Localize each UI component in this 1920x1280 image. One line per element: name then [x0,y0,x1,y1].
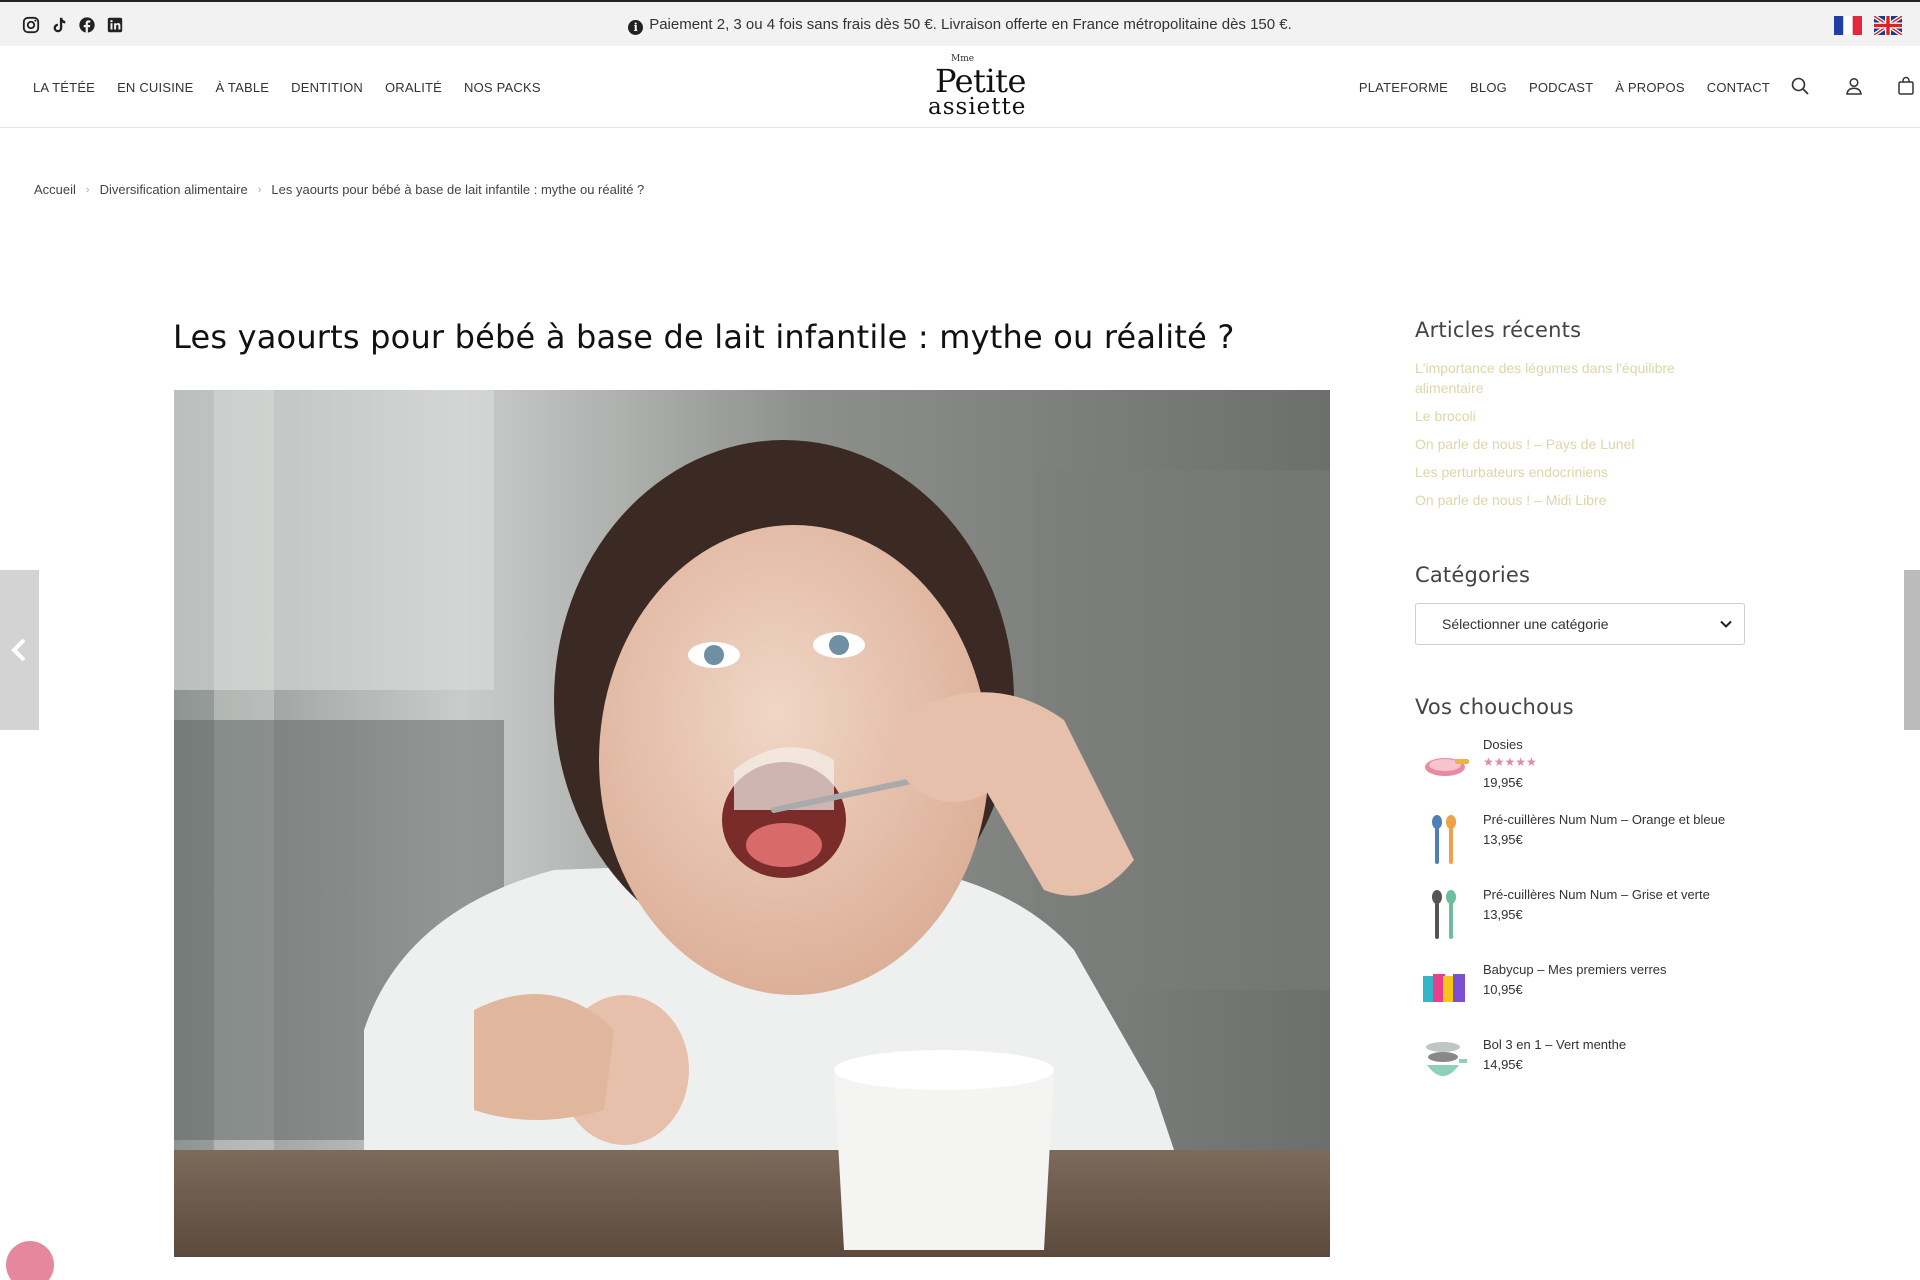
product-name[interactable]: Babycup – Mes premiers verres [1483,962,1667,977]
nav-item-dentition[interactable]: DENTITION [291,80,363,95]
recent-articles-list: L'importance des légumes dans l'équilibr… [1415,358,1745,510]
nav-item-plateforme[interactable]: PLATEFORME [1359,80,1448,95]
recent-articles-widget: Articles récents L'importance des légume… [1415,318,1745,518]
product-list: Dosies ★★★★★ 19,95€ Pré-cuillères Num Nu… [1415,737,1755,1112]
product-item[interactable]: Dosies ★★★★★ 19,95€ [1415,737,1755,812]
categories-widget: Catégories Sélectionner une catégorie [1415,563,1745,645]
announcement-bar: i Paiement 2, 3 ou 4 fois sans frais dès … [0,0,1920,46]
product-item[interactable]: Babycup – Mes premiers verres 10,95€ [1415,962,1755,1037]
category-select-value: Sélectionner une catégorie [1442,616,1609,632]
product-rating: ★★★★★ [1483,755,1537,769]
chevron-down-icon [1720,620,1732,628]
search-icon[interactable] [1790,76,1810,96]
categories-title: Catégories [1415,563,1531,587]
product-thumbnail [1426,1042,1467,1076]
baby-eating-yogurt-photo [174,390,1330,1257]
info-icon: i [628,20,644,35]
previous-post-arrow[interactable] [0,570,39,730]
product-item[interactable]: Pré-cuillères Num Num – Grise et verte 1… [1415,887,1755,962]
announcement-text-wrapper: i Paiement 2, 3 ou 4 fois sans frais dès … [0,16,1920,35]
main-nav-right: PLATEFORME BLOG PODCAST À PROPOS CONTACT [1359,80,1770,95]
recent-article-link[interactable]: On parle de nous ! – Midi Libre [1415,490,1745,510]
product-thumbnail [1423,974,1465,1002]
site-logo[interactable]: Mme Petite assiette [925,54,1026,122]
logo-line2: assiette [928,94,1027,120]
product-price: 14,95€ [1483,1057,1523,1072]
french-flag-icon[interactable] [1834,16,1862,35]
recent-article-link[interactable]: On parle de nous ! – Pays de Lunel [1415,434,1745,454]
product-name[interactable]: Pré-cuillères Num Num – Grise et verte [1483,887,1710,902]
nav-item-oralite[interactable]: ORALITÉ [385,80,442,95]
category-select[interactable]: Sélectionner une catégorie [1415,603,1745,645]
nav-item-la-tetee[interactable]: LA TÉTÉE [33,80,95,95]
article-featured-image [174,390,1330,1257]
product-price: 19,95€ [1483,775,1523,790]
announcement-text: Paiement 2, 3 ou 4 fois sans frais dès 5… [649,16,1292,33]
main-nav-left: LA TÉTÉE EN CUISINE À TABLE DENTITION OR… [33,80,541,95]
next-post-arrow[interactable] [1904,570,1920,730]
favorites-title: Vos chouchous [1415,695,1574,719]
nav-item-contact[interactable]: CONTACT [1707,80,1770,95]
article-title: Les yaourts pour bébé à base de lait inf… [173,318,1235,356]
breadcrumb-category[interactable]: Diversification alimentaire [100,182,248,197]
product-price: 13,95€ [1483,907,1523,922]
header-actions [1790,76,1920,100]
recent-article-link[interactable]: Les perturbateurs endocriniens [1415,462,1745,482]
breadcrumb-home[interactable]: Accueil [34,182,76,197]
product-name[interactable]: Dosies [1483,737,1523,752]
recent-article-link[interactable]: L'importance des légumes dans l'équilibr… [1415,358,1745,398]
product-item[interactable]: Bol 3 en 1 – Vert menthe 14,95€ [1415,1037,1755,1112]
breadcrumb: Accueil › Diversification alimentaire › … [34,182,644,197]
nav-item-blog[interactable]: BLOG [1470,80,1507,95]
uk-flag-icon[interactable] [1874,16,1902,35]
product-thumbnail [1432,890,1456,939]
chevron-left-icon [11,638,26,662]
site-header: LA TÉTÉE EN CUISINE À TABLE DENTITION OR… [0,46,1920,128]
nav-item-a-table[interactable]: À TABLE [215,80,269,95]
floating-checkmark-badge[interactable] [6,1241,54,1280]
product-name[interactable]: Pré-cuillères Num Num – Orange et bleue [1483,812,1725,827]
breadcrumb-current: Les yaourts pour bébé à base de lait inf… [271,182,645,197]
nav-item-a-propos[interactable]: À PROPOS [1615,80,1685,95]
product-price: 10,95€ [1483,982,1523,997]
cart-icon[interactable] [1896,76,1916,96]
language-switcher [1834,16,1902,35]
recent-articles-title: Articles récents [1415,318,1582,342]
nav-item-nos-packs[interactable]: NOS PACKS [464,80,541,95]
nav-item-en-cuisine[interactable]: EN CUISINE [117,80,193,95]
product-thumbnail [1432,815,1456,864]
nav-item-podcast[interactable]: PODCAST [1529,80,1593,95]
recent-article-link[interactable]: Le brocoli [1415,406,1745,426]
product-name[interactable]: Bol 3 en 1 – Vert menthe [1483,1037,1626,1052]
favorites-widget: Vos chouchous Dosies ★★★★★ 19,95€ Pré-cu… [1415,695,1755,1112]
product-price: 13,95€ [1483,832,1523,847]
breadcrumb-separator-icon: › [257,183,262,196]
product-item[interactable]: Pré-cuillères Num Num – Orange et bleue … [1415,812,1755,887]
account-icon[interactable] [1844,76,1864,96]
breadcrumb-separator-icon: › [85,183,90,196]
product-thumbnail [1425,758,1469,776]
